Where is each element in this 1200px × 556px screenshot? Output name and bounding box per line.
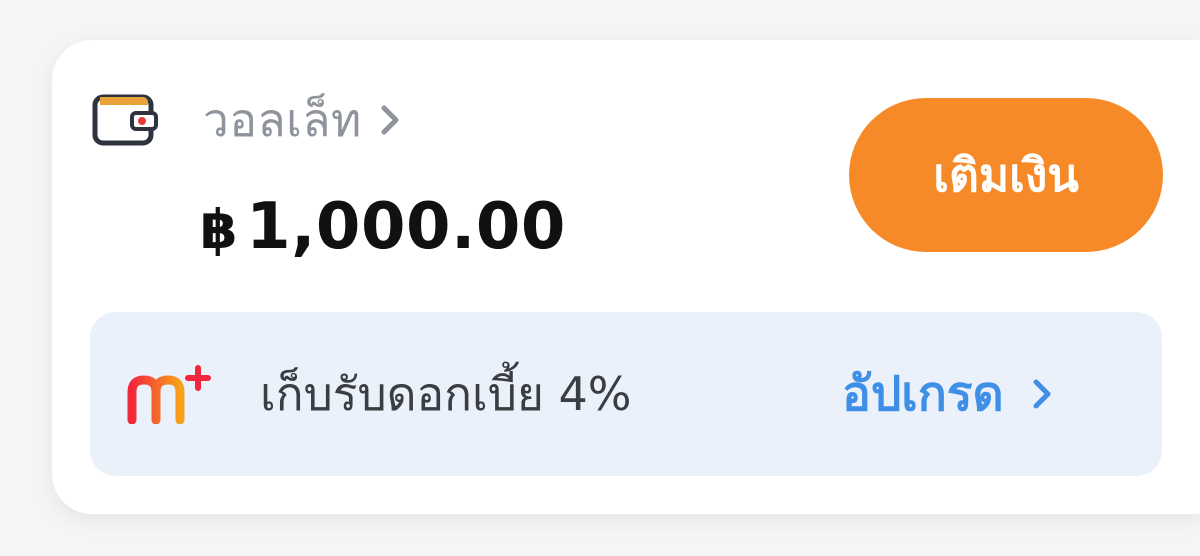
upgrade-link[interactable]: อัปเกรด	[842, 356, 1052, 432]
m-plus-logo	[127, 365, 211, 424]
top-up-button[interactable]: เติมเงิน	[849, 98, 1163, 252]
wallet-balance: ฿ 1,000.00	[200, 190, 566, 264]
wallet-label: วอลเล็ท	[203, 92, 362, 147]
wallet-icon	[92, 94, 158, 146]
promo-banner[interactable]: เก็บรับดอกเบี้ย 4% อัปเกรด	[90, 312, 1162, 476]
balance-amount: 1,000.00	[246, 190, 566, 264]
currency-symbol: ฿	[200, 198, 239, 261]
wallet-link[interactable]: วอลเล็ท	[92, 90, 400, 150]
chevron-right-icon	[1033, 379, 1051, 409]
wallet-card: วอลเล็ท ฿ 1,000.00 เติมเงิน เก็บรับดอกเบี…	[52, 40, 1200, 514]
promo-text: เก็บรับดอกเบี้ย 4%	[260, 366, 632, 421]
chevron-right-icon	[381, 105, 399, 135]
upgrade-label: อัปเกรด	[842, 366, 1004, 422]
